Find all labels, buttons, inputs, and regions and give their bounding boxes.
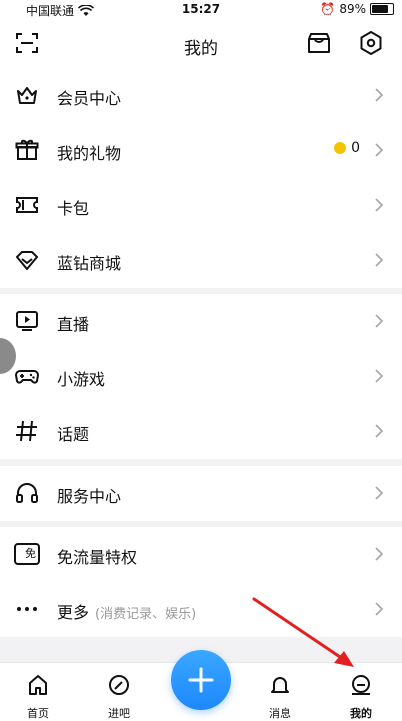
free-data-badge: 免 (25, 547, 36, 560)
menu-item-label: 更多 (57, 603, 90, 622)
chevron-right-icon (375, 88, 384, 102)
menu-item-service-center[interactable]: 服务中心 (0, 466, 402, 521)
home-icon (29, 675, 47, 695)
tab-label: 消息 (269, 707, 291, 720)
chevron-right-icon (375, 198, 384, 212)
menu-item-label: 服务中心 (57, 487, 122, 506)
menu-section-2: 直播 小游戏 话题 (0, 294, 402, 459)
chevron-right-icon (375, 369, 384, 383)
menu-item-my-gifts[interactable]: 我的礼物 0 (0, 123, 402, 178)
menu-item-blue-diamond-store[interactable]: 蓝钻商城 (0, 233, 402, 288)
chevron-right-icon (375, 547, 384, 561)
settings-icon[interactable] (358, 30, 384, 56)
more-icon (17, 607, 37, 611)
chevron-right-icon (375, 314, 384, 328)
headphones-icon (16, 483, 38, 503)
plus-icon (188, 667, 214, 693)
menu-section-4: 免 免流量特权 更多 (消费记录、娱乐) (0, 527, 402, 637)
page-title: 我的 (184, 39, 218, 59)
coin-count: 0 (351, 140, 360, 156)
chevron-right-icon (375, 424, 384, 438)
gift-coin-count: 0 (334, 140, 360, 156)
menu-item-label: 免流量特权 (57, 548, 138, 567)
crown-icon (17, 87, 37, 104)
menu-item-mini-games[interactable]: 小游戏 (0, 349, 402, 404)
hashtag-icon (16, 420, 37, 442)
ticket-icon (16, 197, 38, 213)
free-data-icon: 免 (14, 543, 40, 565)
live-icon (16, 311, 38, 331)
menu-item-label: 我的礼物 (57, 144, 122, 163)
coin-icon (334, 142, 347, 154)
menu-item-free-data[interactable]: 免 免流量特权 (0, 527, 402, 582)
tab-home[interactable]: 首页 (8, 673, 68, 721)
menu-item-label: 话题 (57, 425, 90, 444)
menu-item-more[interactable]: 更多 (消费记录、娱乐) (0, 582, 402, 637)
diamond-icon (16, 251, 38, 270)
menu-item-sublabel: (消费记录、娱乐) (95, 607, 197, 622)
menu-item-label: 小游戏 (57, 370, 106, 389)
chevron-right-icon (375, 486, 384, 500)
menu-item-card-wallet[interactable]: 卡包 (0, 178, 402, 233)
chevron-right-icon (375, 253, 384, 267)
battery-icon (370, 3, 394, 15)
profile-icon (352, 675, 370, 695)
menu-item-label: 卡包 (57, 199, 90, 218)
tab-label: 进吧 (108, 707, 130, 720)
tab-messages[interactable]: 消息 (250, 673, 310, 721)
gamepad-icon (14, 370, 40, 384)
menu-item-vip-center[interactable]: 会员中心 (0, 68, 402, 123)
battery-percent: 89% (339, 2, 366, 16)
tab-me[interactable]: 我的 (331, 673, 391, 721)
store-icon[interactable] (306, 30, 332, 56)
alarm-icon: ⏰ (320, 2, 336, 16)
menu-section-3: 服务中心 (0, 466, 402, 521)
menu-item-label: 直播 (57, 315, 90, 334)
menu-item-label: 蓝钻商城 (57, 254, 122, 273)
create-post-button[interactable] (171, 650, 231, 710)
chevron-right-icon (375, 602, 384, 616)
menu-item-topics[interactable]: 话题 (0, 404, 402, 459)
chevron-right-icon (375, 143, 384, 157)
tab-label: 首页 (27, 707, 49, 720)
bell-icon (271, 677, 289, 693)
tab-label: 我的 (350, 707, 372, 720)
status-bar: 中国联通 15:27 ⏰ 89% (0, 0, 402, 20)
tab-enter-bar[interactable]: 进吧 (89, 673, 149, 721)
compass-icon (109, 675, 129, 695)
gift-icon (15, 139, 39, 160)
menu-section-1: 会员中心 我的礼物 0 卡包 蓝钻商城 (0, 68, 402, 288)
menu-item-label: 会员中心 (57, 89, 122, 108)
menu-item-live[interactable]: 直播 (0, 294, 402, 349)
nav-bar: 我的 (0, 20, 402, 68)
